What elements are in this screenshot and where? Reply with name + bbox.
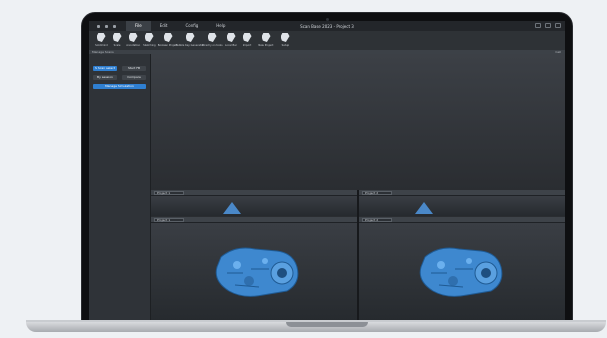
close-icon[interactable]	[555, 23, 561, 28]
manage-simulation-button[interactable]: Manage Simulation	[93, 84, 146, 89]
undo-icon[interactable]	[113, 24, 116, 28]
ribbon-solidmind-button[interactable]: Solidmind	[93, 31, 109, 50]
ribbon-strachy-button[interactable]: Strachy on tools	[201, 31, 223, 50]
menu-file[interactable]: File	[126, 21, 151, 31]
ribbon-boolean-button[interactable]: Boolean Project	[157, 31, 179, 50]
compare-button[interactable]: Compare	[122, 75, 146, 80]
tool-icon	[96, 33, 106, 42]
start-fb-button[interactable]: Start FB	[122, 66, 146, 71]
left-panel: S Scan select Start FB By session Compar…	[89, 54, 151, 322]
tool-icon	[163, 33, 173, 42]
scan-select-button[interactable]: S Scan select	[93, 66, 117, 71]
maximize-icon[interactable]	[545, 23, 551, 28]
scanned-part-model	[419, 247, 503, 297]
viewport-bottom-left[interactable]: Project 1	[151, 217, 357, 322]
ribbon-local-bar-button[interactable]: Local Bar	[223, 31, 239, 50]
main-viewport[interactable]	[151, 54, 565, 190]
laptop-notch	[286, 322, 368, 327]
project-select[interactable]: Project 2	[362, 191, 392, 195]
tool-icon	[226, 33, 236, 42]
viewport-canvas[interactable]	[359, 223, 565, 322]
viewport-canvas[interactable]	[151, 223, 357, 322]
ribbon-bubble-key-button[interactable]: Bubble Key Generator	[176, 31, 204, 50]
model-part-icon	[415, 202, 433, 214]
model-part-icon	[223, 202, 241, 214]
tool-icon	[185, 33, 195, 42]
tool-icon	[280, 33, 290, 42]
tool-icon	[261, 33, 271, 42]
minimize-icon[interactable]	[535, 23, 541, 28]
save-icon[interactable]	[105, 24, 108, 28]
ribbon-import-button[interactable]: Import	[239, 31, 255, 50]
ribbon-scale-button[interactable]: Scale	[109, 31, 125, 50]
by-session-button[interactable]: By session	[93, 75, 117, 80]
viewport-canvas[interactable]	[359, 196, 565, 216]
app-icon[interactable]	[97, 24, 100, 28]
tool-icon	[144, 33, 154, 42]
ribbon-sketching-button[interactable]: Sketching	[141, 31, 157, 50]
app-screen: File Edit Config Help Scan Base 2023 - P…	[89, 21, 565, 322]
laptop-mockup: File Edit Config Help Scan Base 2023 - P…	[0, 0, 607, 338]
tool-icon	[242, 33, 252, 42]
project-select[interactable]: Project 2	[362, 218, 392, 222]
menu-help[interactable]: Help	[207, 21, 234, 31]
project-select[interactable]: Project 1	[154, 191, 184, 195]
viewport-top-right[interactable]: Project 2	[359, 190, 565, 216]
ribbon-annotation-button[interactable]: Annotation	[125, 31, 141, 50]
viewport-canvas[interactable]	[151, 196, 357, 216]
title-bar: File Edit Config Help Scan Base 2023 - P…	[89, 21, 565, 31]
window-controls	[535, 23, 561, 28]
menu-edit[interactable]: Edit	[151, 21, 177, 31]
viewport-top-left[interactable]: Project 1	[151, 190, 357, 216]
tool-icon	[112, 33, 122, 42]
tool-icon	[128, 33, 138, 42]
ribbon-toolbar: Solidmind Scale Annotation Sketching Boo…	[89, 31, 565, 50]
ribbon-new-project-button[interactable]: New Project	[255, 31, 277, 50]
tool-icon	[207, 33, 217, 42]
ribbon-setup-button[interactable]: Setup	[277, 31, 293, 50]
viewport-divider[interactable]	[357, 190, 359, 322]
project-select[interactable]: Project 1	[154, 218, 184, 222]
scanned-part-model	[215, 247, 299, 297]
quick-access	[97, 24, 116, 28]
menu-bar: File Edit Config Help	[126, 21, 234, 31]
menu-config[interactable]: Config	[176, 21, 207, 31]
viewport-bottom-right[interactable]: Project 2	[359, 217, 565, 322]
